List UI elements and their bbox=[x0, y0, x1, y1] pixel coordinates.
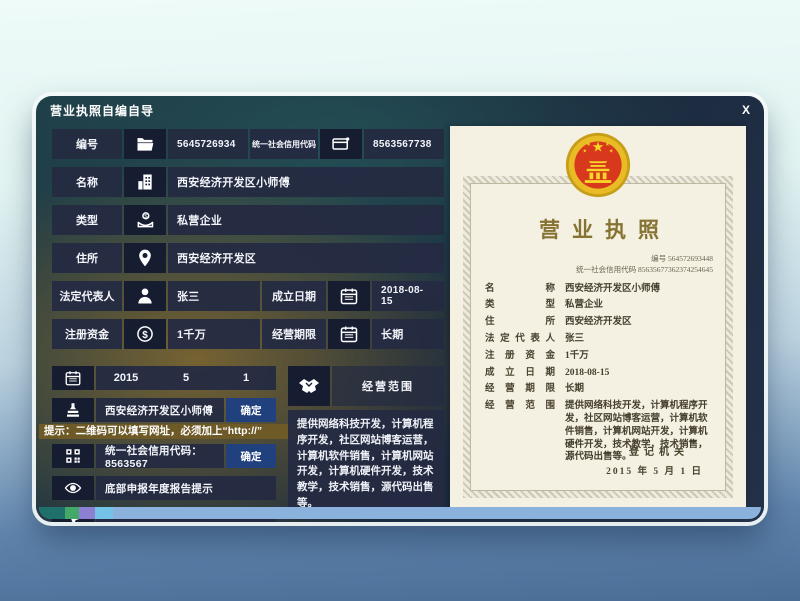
name-input[interactable]: 西安经济开发区小师傅 bbox=[168, 167, 444, 197]
scope-header: 经营范围 bbox=[288, 366, 444, 406]
license-form: 编号 5645726934 统一社会信用代码 8563567738 名称 西安经… bbox=[52, 129, 444, 357]
id-card-icon bbox=[320, 129, 362, 159]
person-icon bbox=[124, 281, 166, 311]
window-bottom-bar bbox=[39, 507, 761, 519]
credit-code-input[interactable]: 8563567738 bbox=[364, 129, 444, 159]
location-pin-icon bbox=[124, 243, 166, 273]
license-field-type: 类型 私营企业 bbox=[485, 299, 713, 312]
svg-text:$: $ bbox=[144, 214, 148, 220]
address-input[interactable]: 西安经济开发区 bbox=[168, 243, 444, 273]
scope-title: 经营范围 bbox=[332, 366, 444, 406]
license-field-name: 名称 西安经济开发区小师傅 bbox=[485, 283, 713, 296]
capital-input[interactable]: 1千万 bbox=[168, 319, 260, 349]
form-row-name: 名称 西安经济开发区小师傅 bbox=[52, 167, 444, 197]
issue-date-row: 2015 5 1 bbox=[52, 366, 276, 390]
term-input[interactable]: 长期 bbox=[372, 319, 444, 349]
annual-report-toggle[interactable]: 底部申报年度报告提示 bbox=[96, 476, 276, 500]
address-label: 住所 bbox=[52, 243, 122, 273]
scope-text-input[interactable]: 提供网络科技开发，计算机程序开发，社区网站博客运营，计算机软件销售，计算机网站开… bbox=[288, 410, 444, 518]
term-label: 经营期限 bbox=[262, 319, 326, 349]
year-field[interactable]: 2015 bbox=[96, 372, 156, 384]
handshake-icon bbox=[288, 366, 330, 406]
stamp-text-input[interactable]: 西安经济开发区小师傅 bbox=[96, 398, 224, 422]
qr-code-icon bbox=[52, 444, 94, 468]
coin-icon: $ bbox=[124, 319, 166, 349]
annual-report-row: 底部申报年度报告提示 bbox=[52, 476, 276, 500]
business-scope-panel: 经营范围 提供网络科技开发，计算机程序开发，社区网站博客运营，计算机软件销售，计… bbox=[288, 366, 444, 518]
calendar-icon bbox=[52, 366, 94, 390]
license-ornate-border: 营业执照 编号 564572693448 统一社会信用代码 8563567736… bbox=[463, 176, 733, 498]
building-icon bbox=[124, 167, 166, 197]
number-label: 编号 bbox=[52, 129, 122, 159]
founding-date-label: 成立日期 bbox=[262, 281, 326, 311]
license-field-founding-date: 成立日期 2018-08-15 bbox=[485, 367, 713, 380]
national-emblem-icon bbox=[564, 131, 632, 199]
license-body: 营业执照 编号 564572693448 统一社会信用代码 8563567736… bbox=[470, 183, 726, 491]
license-issue-date: 2015 年 5 月 1 日 bbox=[606, 463, 703, 477]
license-serials: 编号 564572693448 统一社会信用代码 856356773623742… bbox=[485, 253, 713, 276]
form-row-number: 编号 5645726934 统一社会信用代码 8563567738 bbox=[52, 129, 444, 159]
name-label: 名称 bbox=[52, 167, 122, 197]
month-field[interactable]: 5 bbox=[156, 372, 216, 384]
close-icon[interactable]: X bbox=[742, 103, 750, 117]
folder-icon bbox=[124, 129, 166, 159]
window-titlebar: 营业执照自编自导 X bbox=[36, 96, 764, 124]
issue-date-fields: 2015 5 1 bbox=[96, 366, 276, 390]
svg-text:$: $ bbox=[142, 330, 148, 341]
license-editor-window: 营业执照自编自导 X 编号 5645726934 统一社会信用代码 856356… bbox=[36, 96, 764, 522]
type-label: 类型 bbox=[52, 205, 122, 235]
license-fields: 名称 西安经济开发区小师傅 类型 私营企业 住所 西安经济开发区 法定代表人 bbox=[485, 283, 713, 465]
day-field[interactable]: 1 bbox=[216, 372, 276, 384]
bar-segment-purple bbox=[79, 507, 95, 519]
license-field-capital: 注册资金 1千万 bbox=[485, 350, 713, 363]
number-input[interactable]: 5645726934 bbox=[168, 129, 248, 159]
form-row-legal-rep: 法定代表人 张三 成立日期 2018-08-15 bbox=[52, 281, 444, 311]
eye-icon bbox=[52, 476, 94, 500]
license-serial-number: 编号 564572693448 bbox=[485, 253, 713, 264]
calendar-icon bbox=[328, 319, 370, 349]
bar-segment-teal bbox=[39, 507, 65, 519]
license-registrar: 登记机关 bbox=[629, 443, 689, 458]
form-row-type: 类型 $ 私营企业 bbox=[52, 205, 444, 235]
capital-label: 注册资金 bbox=[52, 319, 122, 349]
founding-date-input[interactable]: 2018-08-15 bbox=[372, 281, 444, 311]
license-field-term: 经营期限 长期 bbox=[485, 383, 713, 396]
qr-code-input[interactable]: 统一社会信用代码：8563567 bbox=[96, 444, 224, 468]
license-field-legal-rep: 法定代表人 张三 bbox=[485, 333, 713, 346]
stamp-confirm-button[interactable]: 确定 bbox=[226, 398, 276, 422]
license-title: 营业执照 bbox=[485, 214, 713, 244]
stamp-row: 西安经济开发区小师傅 确定 bbox=[52, 398, 276, 422]
qr-code-row: 统一社会信用代码：8563567 确定 bbox=[52, 444, 276, 468]
bar-segment-green bbox=[65, 507, 79, 519]
credit-code-label: 统一社会信用代码 bbox=[250, 129, 318, 159]
window-title: 营业执照自编自导 bbox=[50, 102, 154, 119]
qr-hint-text: 提示：二维码可以填写网址，必须加上“http://” bbox=[39, 424, 305, 439]
desktop-background: 营业执照自编自导 X 编号 5645726934 统一社会信用代码 856356… bbox=[0, 0, 800, 601]
type-input[interactable]: 私营企业 bbox=[168, 205, 444, 235]
form-row-capital: 注册资金 $ 1千万 经营期限 长期 bbox=[52, 319, 444, 349]
stamp-icon bbox=[52, 398, 94, 422]
license-field-address: 住所 西安经济开发区 bbox=[485, 316, 713, 329]
calendar-icon bbox=[328, 281, 370, 311]
legal-rep-label: 法定代表人 bbox=[52, 281, 122, 311]
hand-coin-icon: $ bbox=[124, 205, 166, 235]
license-preview: 营业执照 编号 564572693448 统一社会信用代码 8563567736… bbox=[450, 126, 746, 509]
bar-segment-cyan bbox=[95, 507, 113, 519]
legal-rep-input[interactable]: 张三 bbox=[168, 281, 260, 311]
form-row-address: 住所 西安经济开发区 bbox=[52, 243, 444, 273]
qr-confirm-button[interactable]: 确定 bbox=[226, 444, 276, 468]
license-credit-code: 统一社会信用代码 85635677362374254645 bbox=[485, 264, 713, 275]
